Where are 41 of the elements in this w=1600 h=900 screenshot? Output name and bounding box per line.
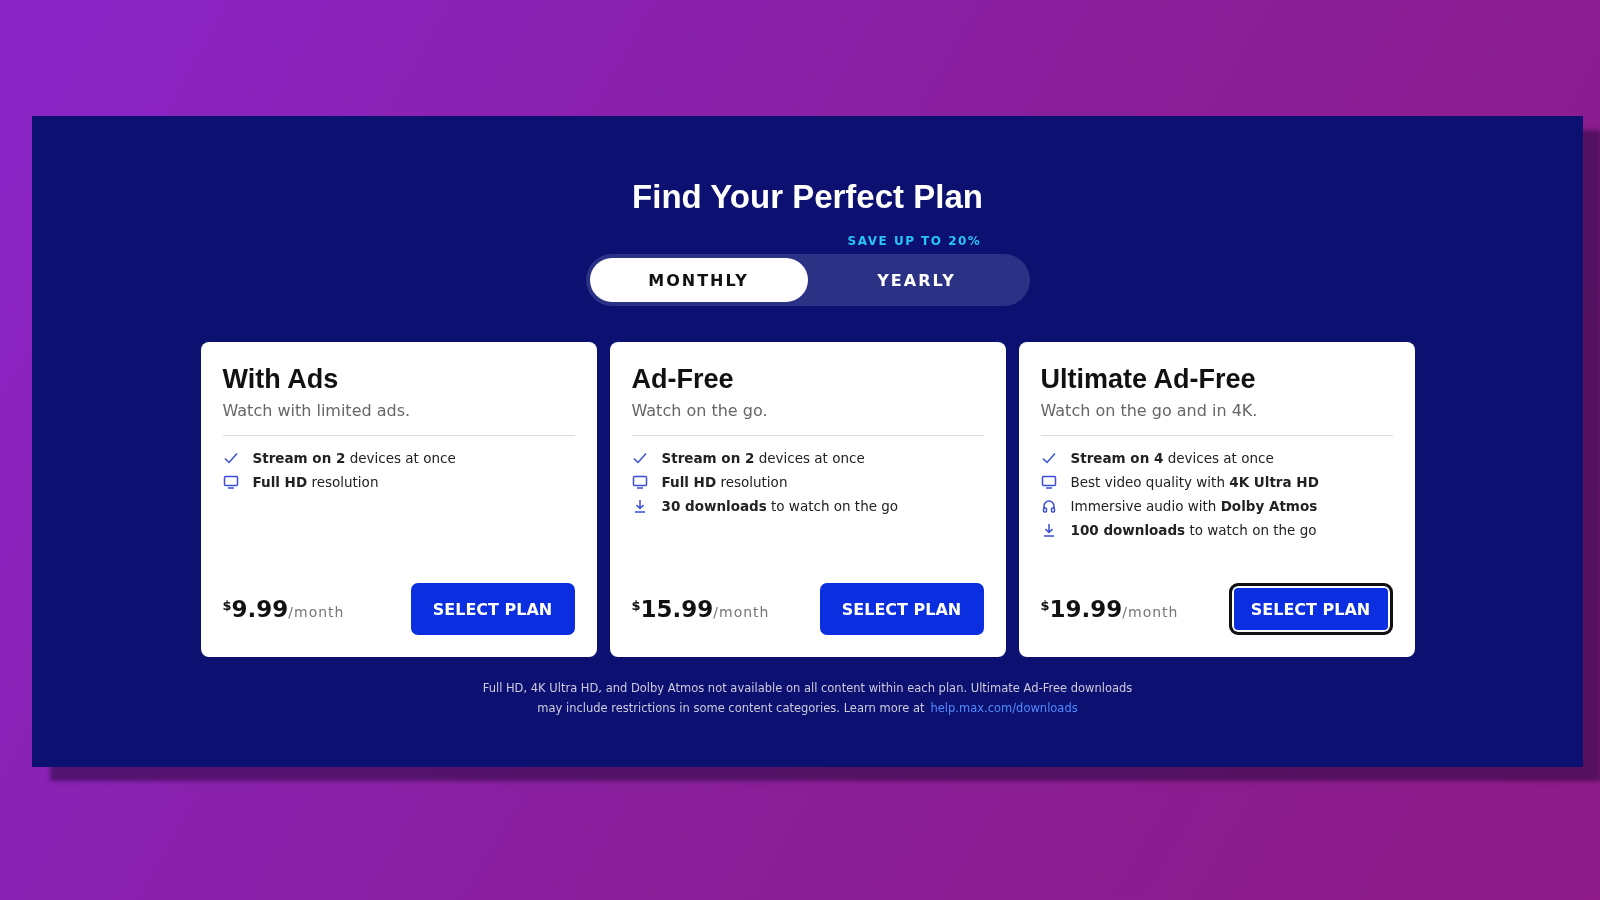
feature-text: 100 downloads to watch on the go bbox=[1070, 522, 1317, 538]
monitor-icon bbox=[222, 474, 239, 490]
price-amount: 9.99 bbox=[231, 596, 289, 622]
feature-text: Full HD resolution bbox=[252, 474, 379, 490]
page-title: Find Your Perfect Plan bbox=[632, 178, 983, 216]
feature-text: Full HD resolution bbox=[661, 474, 788, 490]
plan-name: Ultimate Ad-Free bbox=[1040, 364, 1257, 395]
currency-sign: $ bbox=[222, 598, 232, 613]
footnote-text: may include restrictions in some content categories. Learn more at bbox=[537, 701, 925, 715]
billing-tab[interactable]: YEARLY bbox=[807, 258, 1026, 302]
currency-sign: $ bbox=[1040, 598, 1050, 613]
plan-tagline: Watch on the go. bbox=[631, 401, 769, 420]
promo-label: SAVE UP TO 20% bbox=[847, 234, 982, 248]
check-icon bbox=[1040, 450, 1057, 466]
price-amount: 15.99 bbox=[640, 596, 714, 622]
feature-text: Stream on 2 devices at once bbox=[661, 450, 865, 466]
monitor-icon bbox=[1040, 474, 1057, 490]
plan-tagline: Watch with limited ads. bbox=[222, 401, 412, 420]
feature-text: Best video quality with 4K Ultra HD bbox=[1070, 474, 1319, 490]
feature-text: 30 downloads to watch on the go bbox=[661, 498, 899, 514]
feature-text: Stream on 4 devices at once bbox=[1070, 450, 1274, 466]
price-period: /month bbox=[288, 604, 345, 620]
select-plan-button[interactable]: SELECT PLAN bbox=[819, 583, 984, 635]
price-period: /month bbox=[713, 604, 770, 620]
select-plan-button[interactable]: SELECT PLAN bbox=[1228, 583, 1393, 635]
price-amount: 19.99 bbox=[1049, 596, 1123, 622]
footnote-text: Full HD, 4K Ultra HD, and Dolby Atmos not available on all content within each plan. Ultimate Ad-Free downloads bbox=[482, 681, 1133, 695]
plan-name: With Ads bbox=[222, 364, 340, 395]
feature-text: Stream on 2 devices at once bbox=[252, 450, 456, 466]
currency-sign: $ bbox=[631, 598, 641, 613]
plan-name: Ad-Free bbox=[631, 364, 735, 395]
check-icon bbox=[222, 450, 239, 466]
check-icon bbox=[631, 450, 648, 466]
help-link[interactable]: help.max.com/downloads bbox=[930, 701, 1078, 715]
plan-tagline: Watch on the go and in 4K. bbox=[1040, 401, 1259, 420]
price-period: /month bbox=[1122, 604, 1179, 620]
headphones-icon bbox=[1040, 498, 1057, 514]
monitor-icon bbox=[631, 474, 648, 490]
billing-tab[interactable]: MONTHLY bbox=[589, 258, 808, 302]
select-plan-button[interactable]: SELECT PLAN bbox=[410, 583, 575, 635]
feature-text: Immersive audio with Dolby Atmos bbox=[1070, 498, 1318, 514]
